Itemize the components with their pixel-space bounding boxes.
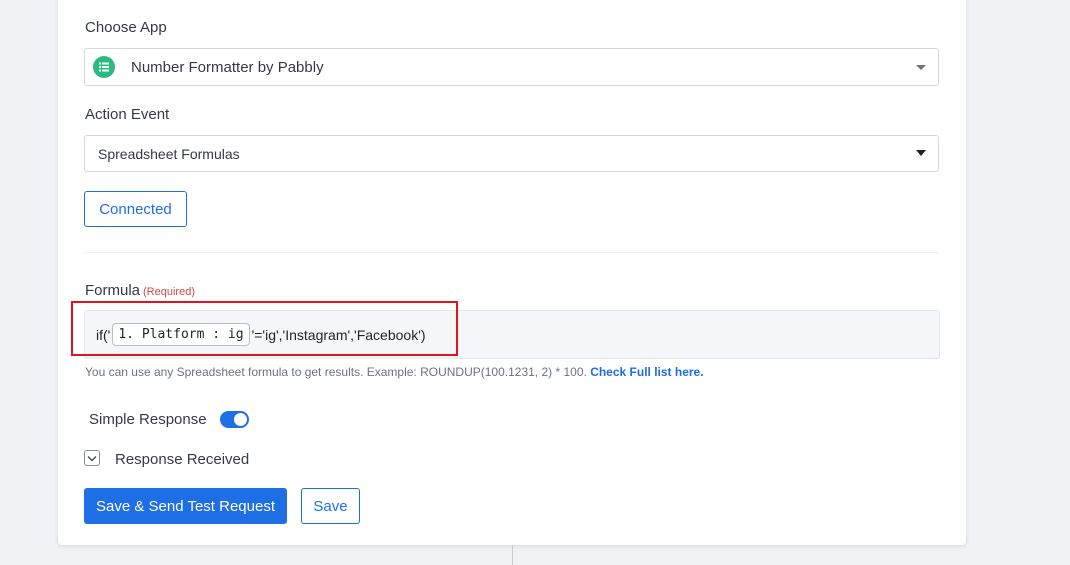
required-indicator: (Required) [143, 286, 195, 298]
choose-app-selected-value: Number Formatter by Pabbly [131, 58, 324, 76]
action-event-label: Action Event [85, 106, 170, 123]
action-event-select[interactable]: Spreadsheet Formulas [84, 135, 939, 172]
response-received-expand-toggle[interactable] [84, 450, 100, 466]
chevron-down-icon [87, 455, 97, 462]
choose-app-select[interactable]: Number Formatter by Pabbly [84, 48, 939, 86]
formula-label-text: Formula [85, 282, 141, 299]
simple-response-label: Simple Response [89, 411, 207, 428]
formula-field-token[interactable]: 1. Platform : ig [112, 323, 250, 346]
check-full-list-link[interactable]: Check Full list here. [590, 365, 703, 379]
formula-label: Formula (Required) [85, 282, 195, 299]
save-and-send-test-request-button[interactable]: Save & Send Test Request [84, 488, 287, 524]
formula-help-description: You can use any Spreadsheet formula to g… [85, 365, 587, 379]
choose-app-label: Choose App [85, 19, 167, 36]
save-button[interactable]: Save [301, 488, 360, 524]
number-formatter-app-icon [93, 56, 115, 78]
formula-prefix: if(' [96, 326, 111, 343]
workflow-connector-line [512, 545, 513, 565]
section-divider [84, 252, 939, 253]
connected-button[interactable]: Connected [84, 191, 187, 227]
response-received-label: Response Received [115, 451, 250, 468]
formula-help-text: You can use any Spreadsheet formula to g… [85, 365, 704, 379]
caret-down-icon [916, 65, 926, 70]
formula-suffix: '='ig','Instagram','Facebook') [251, 326, 426, 343]
action-event-selected-value: Spreadsheet Formulas [98, 145, 240, 162]
formula-input[interactable]: if(' 1. Platform : ig '='ig','Instagram'… [84, 310, 940, 359]
toggle-knob [234, 413, 247, 426]
caret-down-icon [916, 150, 926, 156]
simple-response-toggle[interactable] [220, 411, 249, 428]
action-step-card: Choose App Number Formatter by Pabbly Ac… [58, 0, 966, 545]
